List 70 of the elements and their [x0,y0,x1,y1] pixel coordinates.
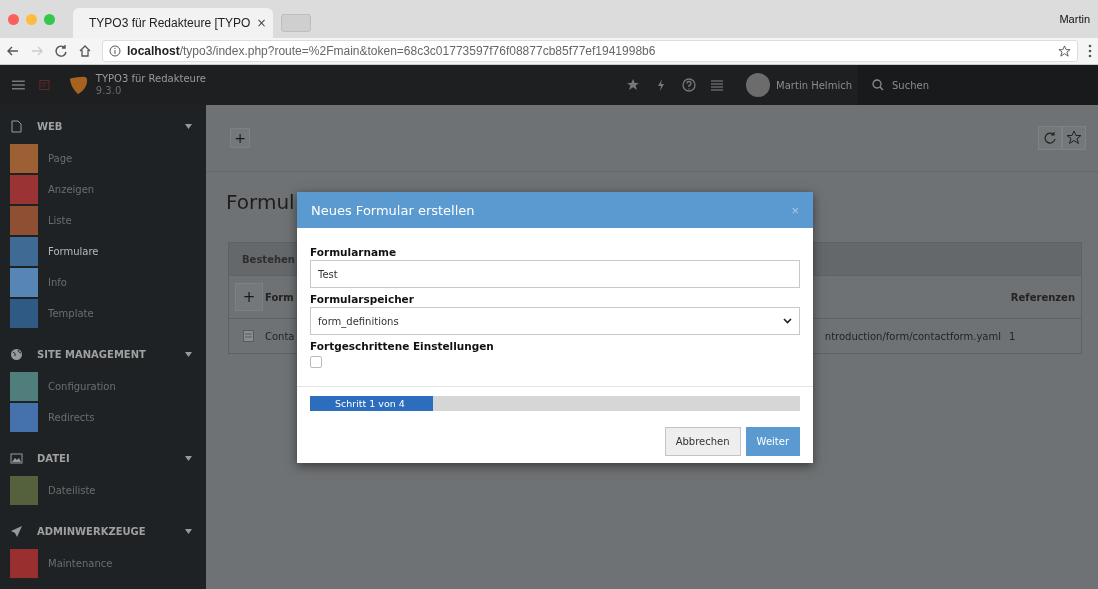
sidebar-item[interactable]: Redirects [0,402,206,433]
dialog-title: Neues Formular erstellen [311,202,476,218]
checkbox[interactable] [310,356,322,368]
progress-label: Schritt 1 von 4 [334,397,405,411]
search-button[interactable]: Suchen [858,65,1098,105]
close-window-icon[interactable] [8,13,19,25]
reload-icon[interactable] [54,44,68,58]
sidebar-group-header[interactable]: WEB [0,109,206,143]
caret-icon[interactable] [185,528,192,534]
add-button[interactable]: + [235,283,263,311]
group-title: WEB [37,120,64,132]
field-label: Formularspeicher [310,293,415,305]
sidebar-group-header[interactable]: SITE MANAGEMENT [0,337,206,371]
menu-icon[interactable] [1088,44,1092,58]
table-cell: ntroduction/form/contactform.yaml [824,330,1001,342]
caret-icon[interactable] [185,123,192,129]
sidebar-group-header[interactable]: ADMINWERKZEUGE [0,514,206,548]
group-title: ADMINWERKZEUGE [37,525,147,537]
help-icon[interactable] [682,78,697,92]
caret-icon[interactable] [185,351,192,357]
select-field[interactable]: form_definitions [310,307,800,335]
field-label: Fortgeschrittene Einstellungen [310,340,495,352]
bookmark-star-icon[interactable] [1058,44,1071,58]
chevron-icon [783,318,792,324]
sidebar-item[interactable]: Liste [0,205,206,236]
globe-icon [10,347,23,361]
info-icon[interactable] [109,45,121,57]
page-title: Formul [226,190,295,216]
caret-icon[interactable] [185,455,192,461]
star-icon[interactable] [626,78,641,92]
menu-icon[interactable] [12,80,25,90]
sidebar-item[interactable]: Anzeigen [0,174,206,205]
group-title: DATEI [37,452,71,464]
home-icon[interactable] [78,44,92,58]
table-cell-text: 1 [1008,330,1016,342]
add-button[interactable]: + [230,128,250,148]
logo-icon[interactable] [67,74,88,96]
search-icon [872,79,884,91]
browser-tab[interactable]: TYPO3 für Redakteure [TYPO × [73,8,273,38]
sidebar-group-header[interactable]: DATEI [0,441,206,475]
site-name: TYPO3 für Redakteure [95,73,206,85]
next-button[interactable]: Weiter [745,427,800,456]
table-cell: Conta [265,330,295,342]
list-icon[interactable] [710,78,725,92]
version-label: 9.3.0 [95,85,123,97]
profile-name[interactable]: Martin [1059,13,1098,25]
sidebar-item[interactable]: Formulare [0,236,206,267]
cancel-button[interactable]: Abbrechen [664,427,741,456]
input-field[interactable]: Test [310,260,800,288]
page-icon [10,119,23,133]
column-header: Referenzen [1010,291,1075,303]
reload-icon[interactable] [1038,126,1062,150]
address-bar[interactable]: localhost/typo3/index.php?route=%2Fmain&token=68c3c01773597f76f08877cb85f77ef1941998b6 [102,40,1078,62]
sidebar-item[interactable]: Maintenance [0,548,206,579]
sidebar-item[interactable]: Page [0,143,206,174]
group-title: SITE MANAGEMENT [37,348,147,360]
image-icon [10,451,23,465]
user-avatar[interactable] [746,73,771,97]
url-text: localhost/typo3/index.php?route=%2Fmain&token=68c3c01773597f76f08877cb85f77ef1941998b6 [127,44,656,58]
rocket-icon [10,524,23,538]
sidebar-item[interactable]: Configuration [0,371,206,402]
field-label: Formularname [310,246,398,258]
tab-close-button[interactable]: × [256,16,267,30]
back-icon[interactable] [6,44,20,58]
sidebar-item[interactable]: Template [0,298,206,329]
user-name[interactable]: Martin Helmich [776,79,852,91]
column-header: Form [265,291,294,303]
sidebar-item[interactable]: Info [0,267,206,298]
sidebar-item[interactable]: Dateiliste [0,475,206,506]
form-icon [243,330,254,342]
